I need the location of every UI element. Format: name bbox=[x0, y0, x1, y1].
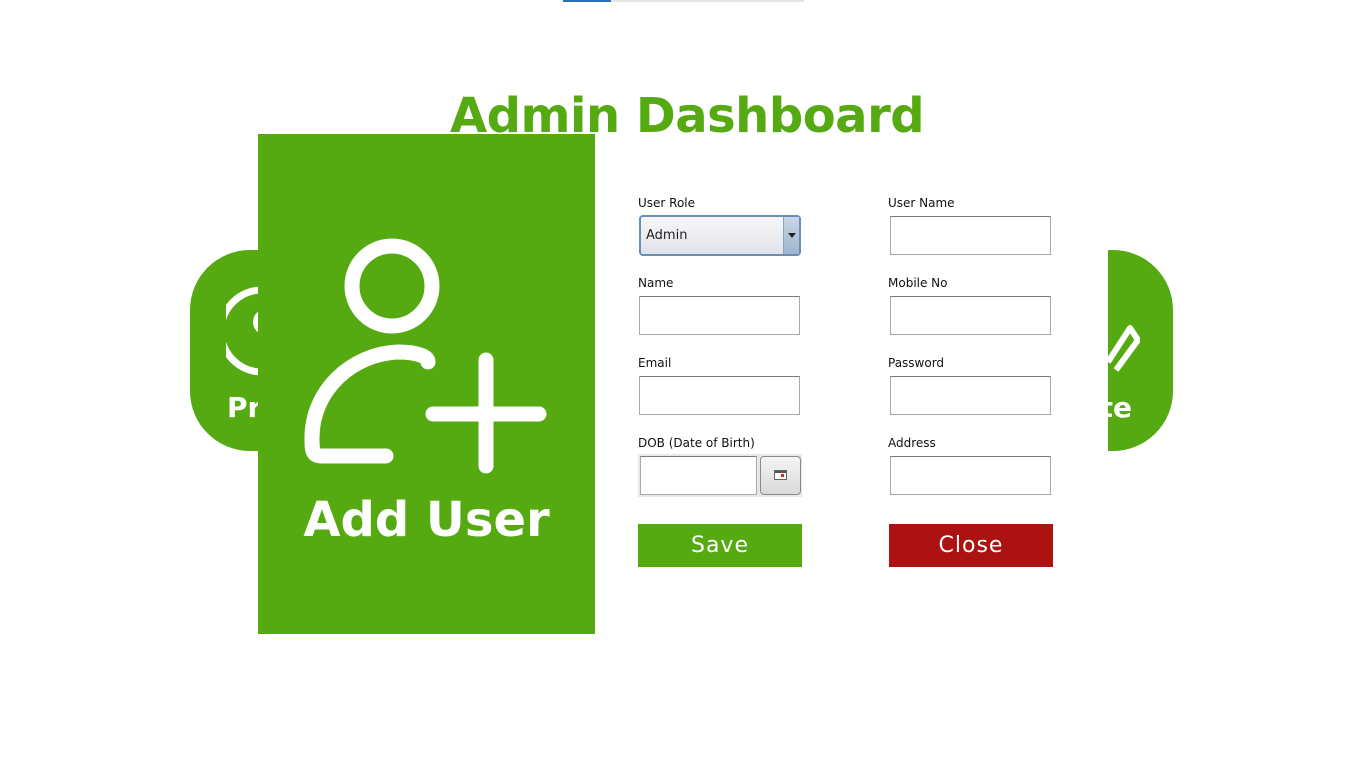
name-label: Name bbox=[638, 276, 674, 290]
save-button[interactable]: Save bbox=[638, 524, 802, 567]
top-progress-track bbox=[563, 0, 804, 2]
add-user-label: Add User bbox=[303, 492, 550, 548]
email-label: Email bbox=[638, 356, 672, 370]
calendar-icon bbox=[774, 470, 787, 480]
chevron-down-icon[interactable] bbox=[783, 217, 799, 254]
user-role-select[interactable]: Admin bbox=[639, 215, 801, 256]
email-input[interactable] bbox=[639, 376, 800, 415]
profile-card-label: Pr bbox=[227, 391, 262, 424]
dob-label: DOB (Date of Birth) bbox=[638, 436, 755, 450]
user-role-label: User Role bbox=[638, 196, 696, 210]
dob-input[interactable] bbox=[640, 456, 757, 495]
name-input[interactable] bbox=[639, 296, 800, 335]
user-name-input[interactable] bbox=[890, 216, 1051, 255]
password-input[interactable] bbox=[890, 376, 1051, 415]
date-picker-button[interactable] bbox=[760, 456, 801, 495]
add-user-icon bbox=[304, 238, 547, 474]
top-progress-fill bbox=[563, 0, 612, 2]
user-name-label: User Name bbox=[888, 196, 955, 210]
mobile-no-input[interactable] bbox=[890, 296, 1051, 335]
address-input[interactable] bbox=[890, 456, 1051, 495]
add-user-card[interactable]: Add User bbox=[258, 134, 595, 634]
mobile-no-label: Mobile No bbox=[888, 276, 948, 290]
user-role-value: Admin bbox=[646, 228, 688, 243]
password-label: Password bbox=[888, 356, 945, 370]
address-label: Address bbox=[888, 436, 936, 450]
admin-dashboard-window: Admin Dashboard Pr te Add User User Role… bbox=[0, 0, 1366, 768]
close-button[interactable]: Close bbox=[889, 524, 1053, 567]
